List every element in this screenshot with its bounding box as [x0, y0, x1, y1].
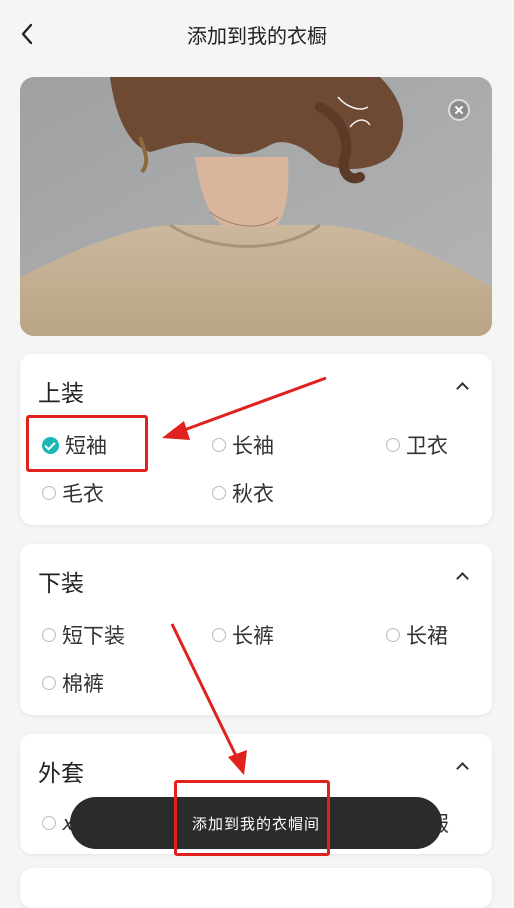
option-outerwear-1[interactable]: 𝑥: [42, 808, 74, 838]
toast-message: 添加到我的衣帽间: [70, 797, 442, 849]
radio-icon: [386, 628, 400, 642]
option-label: 毛衣: [62, 482, 104, 506]
option-label: 长袖: [232, 434, 274, 458]
option-label: 短袖: [65, 434, 107, 458]
option-label: 秋衣: [232, 482, 274, 506]
radio-icon: [42, 486, 56, 500]
option-thermal[interactable]: 秋衣: [212, 478, 274, 508]
option-sweatshirt[interactable]: 卫衣: [386, 430, 448, 460]
option-sweater[interactable]: 毛衣: [42, 478, 104, 508]
radio-icon: [212, 628, 226, 642]
section-tops: 上装 短袖 长袖 卫衣 毛衣 秋衣: [20, 354, 492, 525]
radio-icon: [212, 438, 226, 452]
option-label: 卫衣: [406, 434, 448, 458]
option-padded-pants[interactable]: 棉裤: [42, 668, 104, 698]
option-short-sleeve[interactable]: 短袖: [42, 430, 107, 460]
option-label: 棉裤: [62, 672, 104, 696]
radio-icon: [42, 816, 56, 830]
radio-icon: [386, 438, 400, 452]
option-label: 短下装: [62, 624, 125, 648]
chevron-up-icon[interactable]: [454, 758, 470, 774]
section-next: [20, 868, 492, 908]
section-bottoms: 下装 短下装 长裤 长裙 棉裤: [20, 544, 492, 715]
chevron-up-icon[interactable]: [454, 568, 470, 584]
section-title: 外套: [38, 761, 84, 787]
clothing-photo: [20, 77, 492, 336]
chevron-up-icon[interactable]: [454, 378, 470, 394]
section-title: 下装: [38, 571, 84, 597]
radio-icon: [42, 628, 56, 642]
option-long-sleeve[interactable]: 长袖: [212, 430, 274, 460]
checked-radio-icon: [42, 436, 59, 454]
radio-icon: [42, 676, 56, 690]
option-label: 长裙: [406, 624, 448, 648]
app-header: 添加到我的衣橱: [0, 0, 514, 70]
option-long-skirt[interactable]: 长裙: [386, 620, 448, 650]
close-icon[interactable]: [448, 99, 470, 121]
radio-icon: [212, 486, 226, 500]
option-label: 长裤: [232, 624, 274, 648]
option-trousers[interactable]: 长裤: [212, 620, 274, 650]
page-title: 添加到我的衣橱: [187, 24, 327, 48]
option-shorts[interactable]: 短下装: [42, 620, 125, 650]
section-title: 上装: [38, 381, 84, 407]
